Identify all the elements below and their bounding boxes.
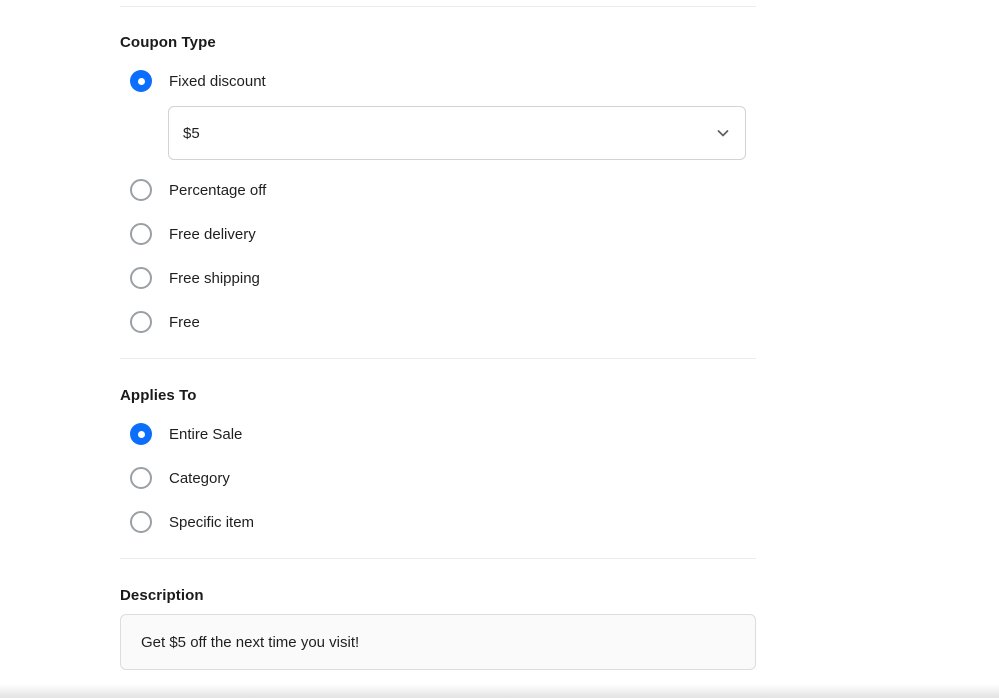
spacer: [120, 7, 999, 34]
radio-option-free-delivery[interactable]: Free delivery: [130, 219, 999, 249]
spacer: [120, 359, 999, 387]
radio-option-free-shipping[interactable]: Free shipping: [130, 263, 999, 293]
radio-icon-selected[interactable]: [130, 70, 152, 92]
radio-icon-unselected[interactable]: [130, 467, 152, 489]
radio-label: Percentage off: [169, 183, 266, 198]
radio-icon-unselected[interactable]: [130, 179, 152, 201]
radio-label: Entire Sale: [169, 427, 242, 442]
spacer: [120, 537, 999, 558]
spacer: [120, 293, 999, 307]
form-content: Coupon Type Fixed discount $5 Percentage…: [0, 0, 999, 670]
spacer: [120, 493, 999, 507]
bottom-shadow: [0, 684, 999, 698]
coupon-type-section: Coupon Type Fixed discount $5 Percentage…: [0, 7, 999, 358]
spacer: [120, 559, 999, 587]
radio-icon-selected[interactable]: [130, 423, 152, 445]
spacer: [120, 337, 999, 358]
description-title: Description: [120, 587, 999, 604]
radio-label: Free: [169, 315, 200, 330]
radio-icon-unselected[interactable]: [130, 267, 152, 289]
spacer: [120, 404, 999, 419]
description-section: Description Get $5 off the next time you…: [0, 559, 999, 670]
discount-amount-select[interactable]: $5: [168, 106, 746, 160]
spacer: [120, 51, 999, 66]
spacer: [120, 160, 999, 175]
applies-to-section: Applies To Entire Sale Category Specific…: [0, 359, 999, 558]
radio-label: Fixed discount: [169, 74, 266, 89]
description-input[interactable]: Get $5 off the next time you visit!: [120, 614, 756, 670]
spacer: [120, 205, 999, 219]
radio-option-percentage-off[interactable]: Percentage off: [130, 175, 999, 205]
discount-amount-value: $5: [183, 125, 715, 142]
radio-option-specific-item[interactable]: Specific item: [130, 507, 999, 537]
radio-label: Specific item: [169, 515, 254, 530]
radio-label: Category: [169, 471, 230, 486]
coupon-type-title: Coupon Type: [120, 34, 999, 51]
spacer: [120, 449, 999, 463]
radio-option-category[interactable]: Category: [130, 463, 999, 493]
chevron-down-icon[interactable]: [715, 125, 731, 141]
radio-icon-unselected[interactable]: [130, 223, 152, 245]
radio-option-free[interactable]: Free: [130, 307, 999, 337]
radio-label: Free delivery: [169, 227, 256, 242]
radio-option-fixed-discount[interactable]: Fixed discount: [130, 66, 999, 96]
applies-to-title: Applies To: [120, 387, 999, 404]
coupon-form-screen: Coupon Type Fixed discount $5 Percentage…: [0, 0, 999, 698]
radio-label: Free shipping: [169, 271, 260, 286]
radio-icon-unselected[interactable]: [130, 511, 152, 533]
spacer: [120, 249, 999, 263]
radio-icon-unselected[interactable]: [130, 311, 152, 333]
radio-option-entire-sale[interactable]: Entire Sale: [130, 419, 999, 449]
